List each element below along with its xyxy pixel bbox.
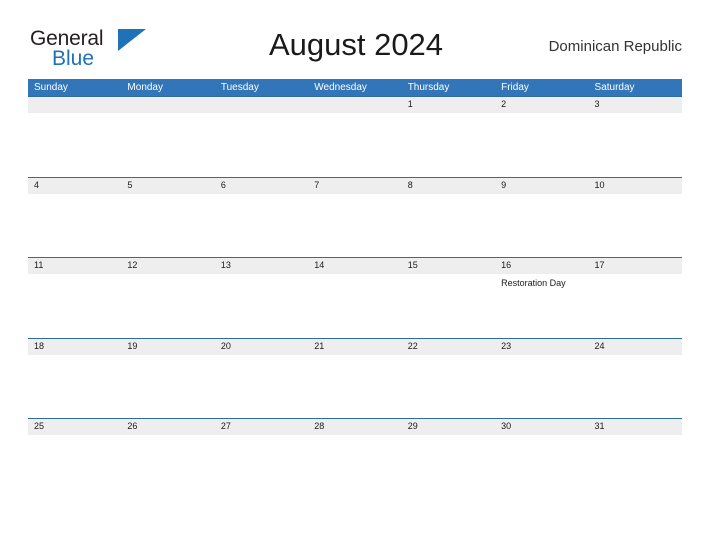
week-daynumber-band: 1 2 3 (28, 96, 682, 113)
day-events[interactable] (495, 355, 588, 358)
day-events[interactable] (28, 435, 121, 438)
calendar-weekday-header: Sunday Monday Tuesday Wednesday Thursday… (28, 79, 682, 96)
week-events-band (28, 435, 682, 438)
day-number[interactable] (121, 97, 214, 113)
day-events[interactable] (402, 194, 495, 197)
day-number[interactable]: 8 (402, 178, 495, 194)
day-events[interactable] (308, 435, 401, 438)
week-daynumber-band: 4 5 6 7 8 9 10 (28, 176, 682, 194)
day-number[interactable]: 24 (589, 339, 682, 355)
day-number[interactable]: 26 (121, 419, 214, 435)
week-events-band (28, 113, 682, 116)
day-events[interactable] (308, 194, 401, 197)
day-events[interactable] (28, 113, 121, 116)
day-events[interactable]: Restoration Day (495, 274, 588, 289)
day-number[interactable]: 3 (589, 97, 682, 113)
day-events[interactable] (589, 194, 682, 197)
day-events[interactable] (589, 435, 682, 438)
region-label: Dominican Republic (548, 38, 682, 55)
day-number[interactable]: 18 (28, 339, 121, 355)
day-number[interactable]: 30 (495, 419, 588, 435)
day-number[interactable]: 28 (308, 419, 401, 435)
day-number[interactable]: 31 (589, 419, 682, 435)
day-number[interactable]: 23 (495, 339, 588, 355)
calendar-week-row: 4 5 6 7 8 9 10 (28, 176, 682, 258)
day-number[interactable] (28, 97, 121, 113)
day-events[interactable] (402, 274, 495, 289)
day-events[interactable] (308, 113, 401, 116)
day-events[interactable] (402, 355, 495, 358)
day-number[interactable]: 1 (402, 97, 495, 113)
day-number[interactable]: 10 (589, 178, 682, 194)
day-number[interactable]: 22 (402, 339, 495, 355)
week-daynumber-band: 11 12 13 14 15 16 17 (28, 257, 682, 274)
day-events[interactable] (121, 355, 214, 358)
day-events[interactable] (308, 355, 401, 358)
day-number[interactable]: 11 (28, 258, 121, 274)
weekday-thursday: Thursday (407, 82, 450, 93)
day-number[interactable]: 20 (215, 339, 308, 355)
calendar-week-row: 25 26 27 28 29 30 31 (28, 418, 682, 444)
day-events[interactable] (121, 113, 214, 116)
day-number[interactable]: 25 (28, 419, 121, 435)
day-events[interactable] (215, 194, 308, 197)
day-events[interactable] (215, 355, 308, 358)
calendar-week-row: 1 2 3 (28, 96, 682, 177)
day-events[interactable] (215, 113, 308, 116)
day-number[interactable] (215, 97, 308, 113)
day-number[interactable]: 14 (308, 258, 401, 274)
day-events[interactable] (402, 435, 495, 438)
calendar-table: Sunday Monday Tuesday Wednesday Thursday… (28, 79, 682, 444)
day-events[interactable] (215, 274, 308, 289)
week-events-band (28, 355, 682, 358)
weekday-friday: Friday (501, 82, 529, 93)
day-number[interactable]: 16 (495, 258, 588, 274)
day-number[interactable]: 2 (495, 97, 588, 113)
day-number[interactable]: 12 (121, 258, 214, 274)
day-events[interactable] (308, 274, 401, 289)
day-number[interactable]: 17 (589, 258, 682, 274)
weekday-sunday: Sunday (34, 82, 68, 93)
day-events[interactable] (589, 274, 682, 289)
day-events[interactable] (121, 194, 214, 197)
weekday-wednesday: Wednesday (314, 82, 367, 93)
weekday-monday: Monday (127, 82, 163, 93)
day-events[interactable] (589, 355, 682, 358)
event-label: Restoration Day (501, 278, 566, 288)
day-number[interactable]: 7 (308, 178, 401, 194)
day-number[interactable]: 5 (121, 178, 214, 194)
day-events[interactable] (121, 274, 214, 289)
day-events[interactable] (495, 194, 588, 197)
day-number[interactable]: 21 (308, 339, 401, 355)
day-events[interactable] (495, 435, 588, 438)
day-events[interactable] (402, 113, 495, 116)
day-number[interactable]: 13 (215, 258, 308, 274)
day-events[interactable] (28, 274, 121, 289)
day-events[interactable] (28, 355, 121, 358)
day-events[interactable] (121, 435, 214, 438)
day-number[interactable]: 4 (28, 178, 121, 194)
day-number[interactable] (308, 97, 401, 113)
day-events[interactable] (215, 435, 308, 438)
day-number[interactable]: 19 (121, 339, 214, 355)
day-number[interactable]: 29 (402, 419, 495, 435)
calendar-week-row: 11 12 13 14 15 16 17 Restoration Day (28, 257, 682, 338)
week-daynumber-band: 25 26 27 28 29 30 31 (28, 418, 682, 435)
page-header: General Blue August 2024 Dominican Repub… (0, 0, 712, 69)
week-daynumber-band: 18 19 20 21 22 23 24 (28, 337, 682, 355)
day-events[interactable] (28, 194, 121, 197)
day-number[interactable]: 6 (215, 178, 308, 194)
day-events[interactable] (495, 113, 588, 116)
calendar-week-row: 18 19 20 21 22 23 24 (28, 337, 682, 419)
weekday-tuesday: Tuesday (220, 82, 259, 93)
day-events[interactable] (589, 113, 682, 116)
week-events-band (28, 194, 682, 197)
weekday-saturday: Saturday (594, 82, 635, 93)
day-number[interactable]: 9 (495, 178, 588, 194)
day-number[interactable]: 15 (402, 258, 495, 274)
day-number[interactable]: 27 (215, 419, 308, 435)
week-events-band: Restoration Day (28, 274, 682, 289)
